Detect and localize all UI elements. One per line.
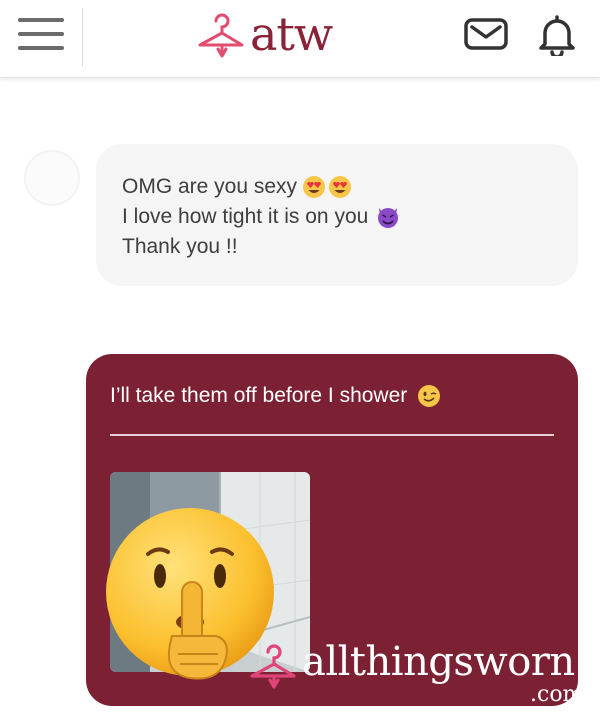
header-divider [82,8,83,66]
message-line: I love how tight it is on you [122,202,578,232]
incoming-message-bubble: OMG are you sexy I love how tight it is … [96,144,578,286]
outgoing-message-bubble: I’ll take them off before I shower allth… [86,354,583,707]
message-text: OMG are you sexy [122,175,298,198]
mail-icon[interactable] [464,18,508,50]
message-text: I love how tight it is on you [122,205,369,228]
logo-text: atw [250,7,333,61]
app-header: atw [0,0,600,78]
message-meta [510,304,580,316]
message-text: Thank you !! [122,235,238,258]
smiling-devil-emoji-icon [378,208,399,228]
outgoing-message-text: I’ll take them off before I shower [110,384,408,407]
message-divider [110,434,554,436]
outgoing-message-line: I’ll take them off before I shower [110,382,441,410]
winking-face-emoji-icon [418,385,441,407]
sender-avatar[interactable] [24,150,80,206]
hanger-logo-icon [198,13,244,58]
message-line: Thank you !! [122,232,578,262]
atw-logo[interactable]: atw [196,6,333,62]
hamburger-menu-icon[interactable] [14,14,66,54]
watermark-suffix: .com [530,682,584,707]
bell-icon[interactable] [536,14,578,56]
allthingsworn-watermark: allthingsworn .com [248,638,583,707]
heart-eyes-emoji-icon [329,176,352,198]
heart-eyes-emoji-icon [303,176,326,198]
message-line: OMG are you sexy [122,172,578,202]
watermark-text: allthingsworn [302,639,575,685]
hanger-watermark-icon [250,644,296,689]
